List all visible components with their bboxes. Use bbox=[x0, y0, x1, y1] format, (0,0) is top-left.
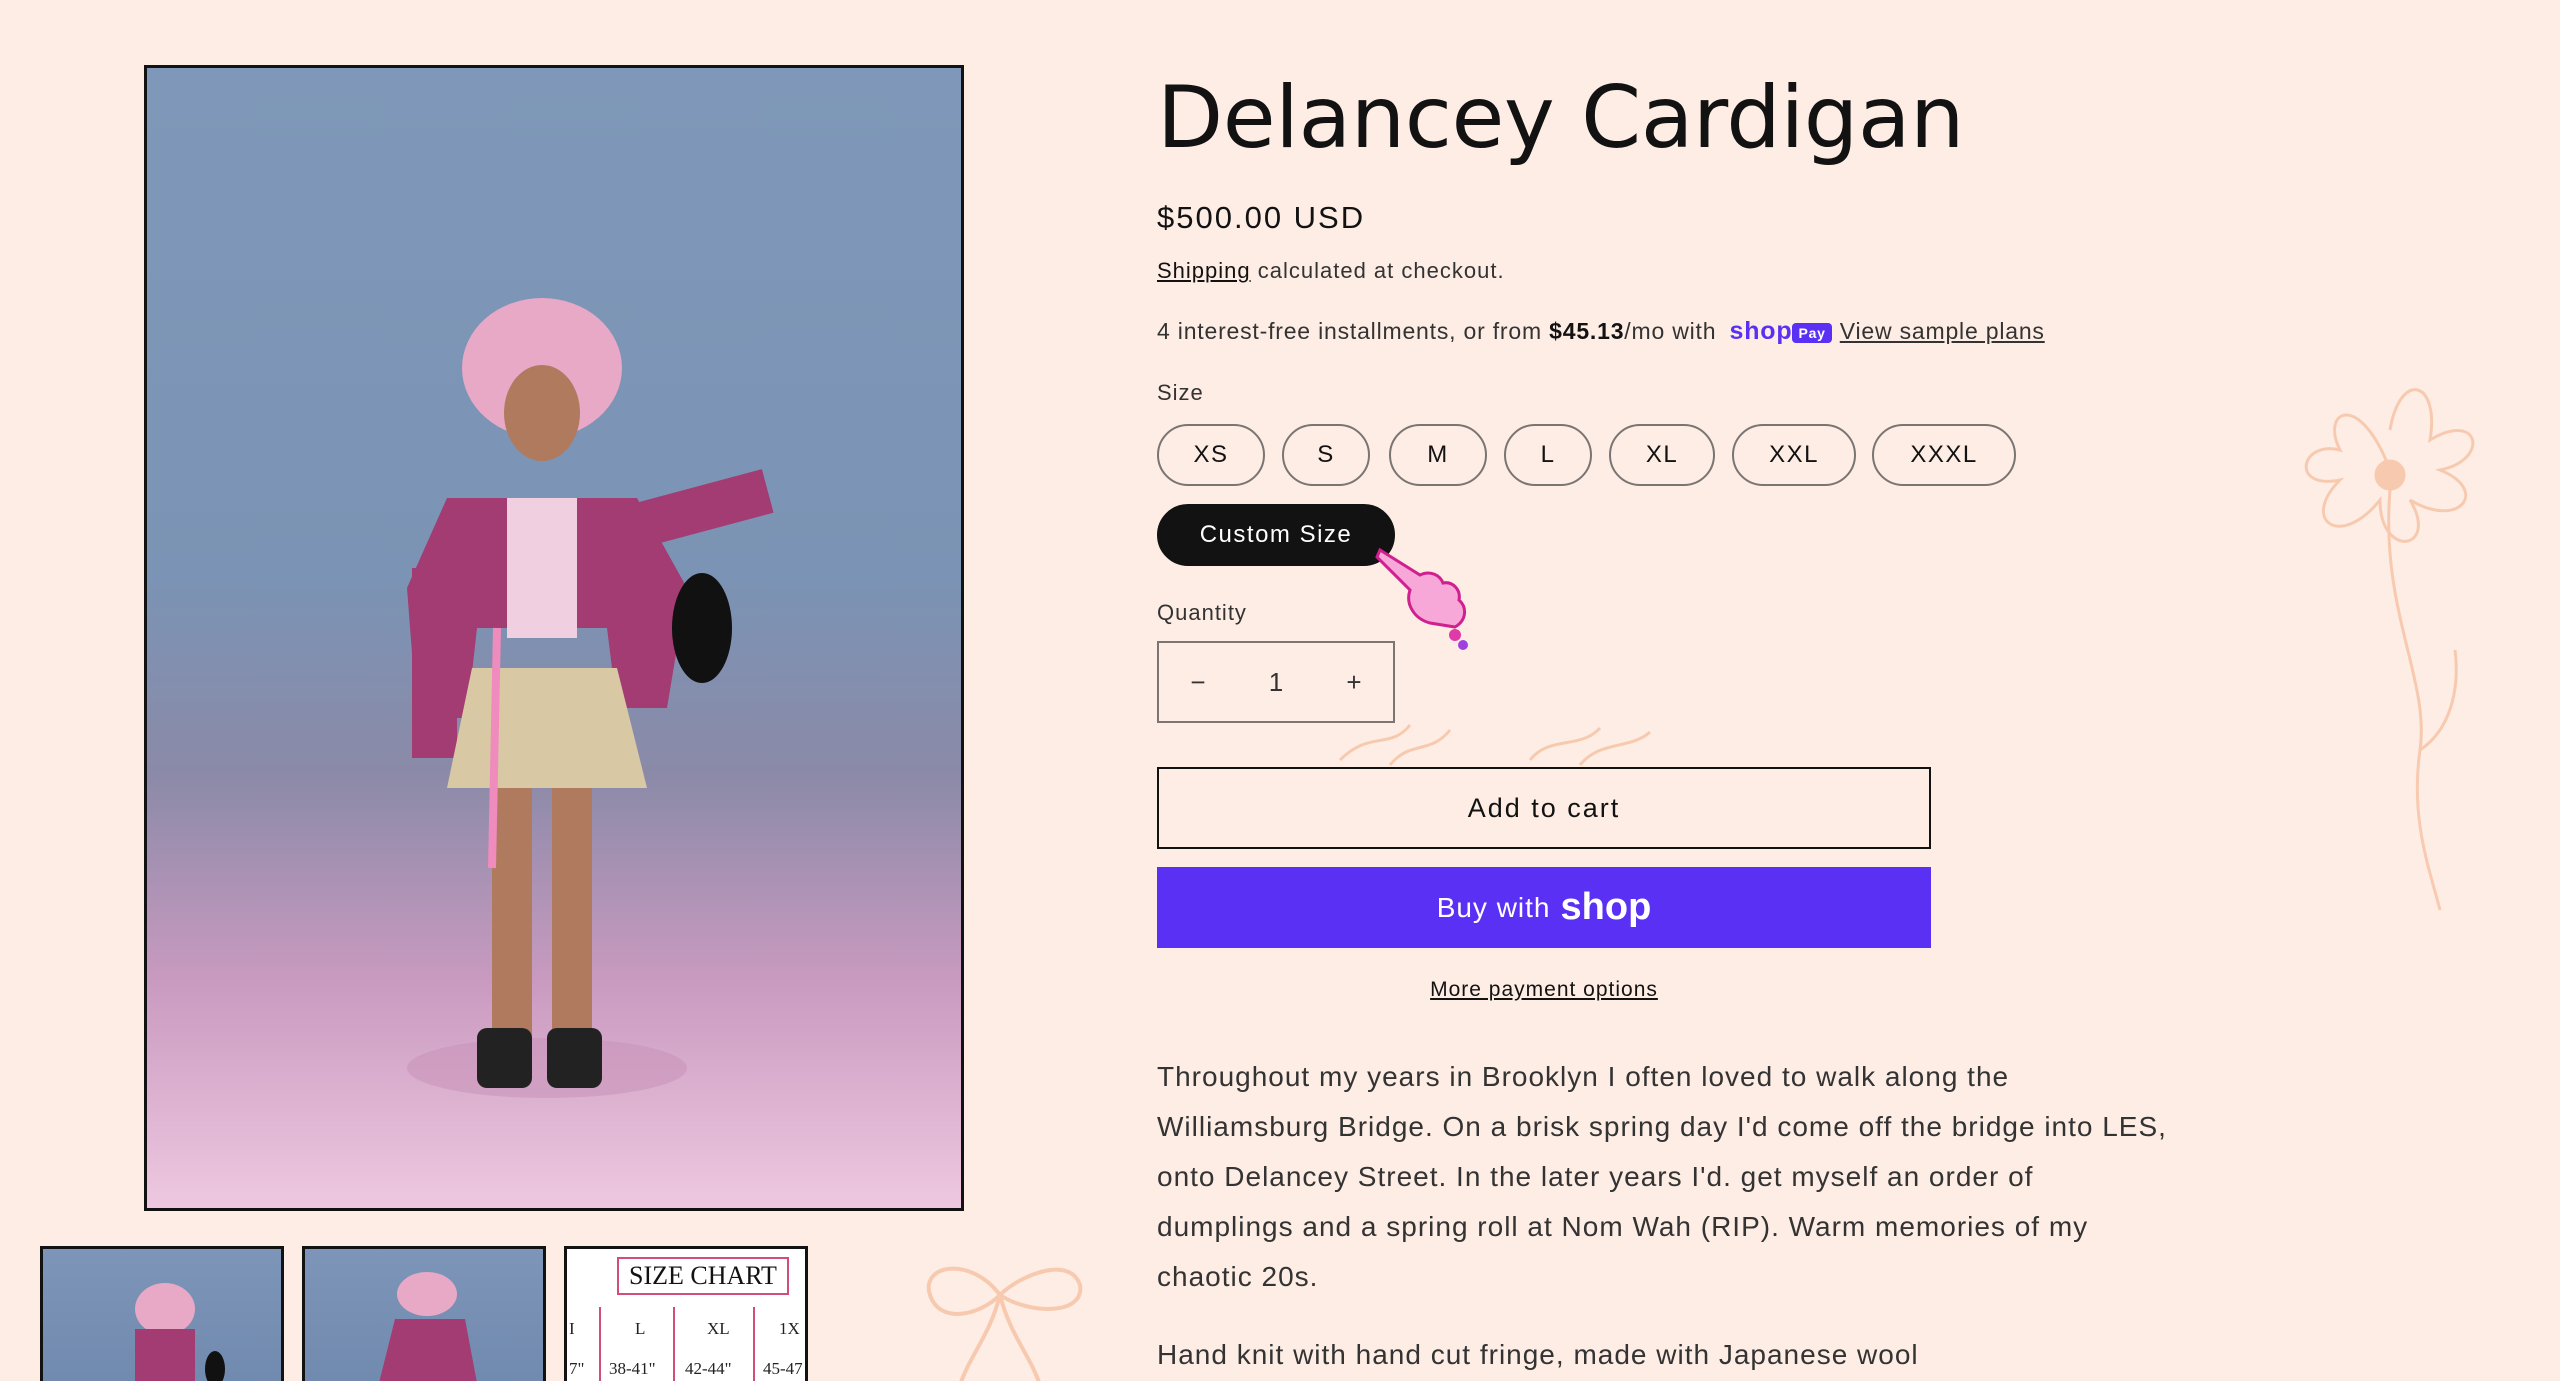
add-to-cart-button[interactable]: Add to cart bbox=[1157, 767, 1931, 849]
size-chart-grid: I L XL 1X 7" 38-41" 42-44" 45-47 bbox=[567, 1307, 805, 1381]
quantity-input[interactable]: 1 bbox=[1237, 667, 1315, 698]
product-price: $500.00 USD bbox=[1157, 200, 1366, 235]
pink-hand-cursor-icon bbox=[1375, 547, 1468, 650]
thumbnail-back[interactable] bbox=[302, 1246, 546, 1381]
buy-with-label: Buy with bbox=[1436, 891, 1551, 923]
description-paragraph: Hand knit with hand cut fringe, made wit… bbox=[1157, 1339, 1919, 1370]
flower-decoration-icon bbox=[2304, 388, 2475, 911]
thumbnail-gallery: SIZE CHART I L XL 1X 7" 38-41" 42-44" 45… bbox=[40, 1246, 808, 1381]
installments-prefix: 4 interest-free installments, or from bbox=[1157, 318, 1550, 344]
size-option-xxxl[interactable]: XXXL bbox=[1872, 424, 2016, 486]
shipping-text: calculated at checkout. bbox=[1250, 258, 1505, 283]
size-option-custom[interactable]: Custom Size bbox=[1157, 504, 1395, 566]
more-payment-options-link[interactable]: More payment options bbox=[1157, 978, 1931, 1002]
size-chart-title: SIZE CHART bbox=[617, 1257, 789, 1295]
installments-suffix: /mo with bbox=[1624, 318, 1724, 344]
buy-with-shop-button[interactable]: Buy with shop bbox=[1157, 867, 1931, 948]
pay-badge-icon: Pay bbox=[1792, 322, 1832, 343]
product-main-image[interactable] bbox=[144, 65, 964, 1211]
shipping-note: Shipping calculated at checkout. bbox=[1157, 258, 1505, 284]
size-chart-header: I bbox=[569, 1319, 575, 1338]
view-sample-plans-link[interactable]: View sample plans bbox=[1840, 318, 2045, 344]
bow-decoration-icon bbox=[926, 1266, 1083, 1381]
size-chart-value: 42-44" bbox=[685, 1359, 732, 1378]
installments-note: 4 interest-free installments, or from $4… bbox=[1157, 317, 2045, 346]
size-chart-header: L bbox=[635, 1319, 646, 1338]
thumbnail-front[interactable] bbox=[40, 1246, 284, 1381]
shop-pay-logo: shop bbox=[1729, 317, 1793, 345]
size-option-m[interactable]: M bbox=[1389, 424, 1487, 486]
size-chart-value: 45-47 bbox=[763, 1359, 803, 1378]
product-title: Delancey Cardigan bbox=[1157, 68, 1965, 168]
quantity-label: Quantity bbox=[1157, 600, 1247, 625]
size-option-xs[interactable]: XS bbox=[1157, 424, 1265, 486]
size-option-l[interactable]: L bbox=[1504, 424, 1592, 486]
size-chart-value: 7" bbox=[569, 1359, 585, 1378]
size-chart-value: 38-41" bbox=[609, 1359, 656, 1378]
quantity-decrease-button[interactable]: − bbox=[1159, 667, 1237, 698]
product-page: SIZE CHART I L XL 1X 7" 38-41" 42-44" 45… bbox=[0, 0, 2560, 1381]
grass-decoration-icon bbox=[1338, 724, 1652, 766]
size-option-s[interactable]: S bbox=[1282, 424, 1370, 486]
shop-logo: shop bbox=[1560, 886, 1652, 928]
size-option-xl[interactable]: XL bbox=[1609, 424, 1715, 486]
size-chart-header: XL bbox=[707, 1319, 730, 1338]
installments-amount: $45.13 bbox=[1549, 318, 1625, 344]
size-option-xxl[interactable]: XXL bbox=[1732, 424, 1856, 486]
description-paragraph: Throughout my years in Brooklyn I often … bbox=[1157, 1061, 2167, 1292]
size-chart-header: 1X bbox=[779, 1319, 800, 1338]
product-description: Throughout my years in Brooklyn I often … bbox=[1157, 1052, 2177, 1381]
quantity-increase-button[interactable]: + bbox=[1315, 667, 1393, 698]
thumbnail-size-chart[interactable]: SIZE CHART I L XL 1X 7" 38-41" 42-44" 45… bbox=[564, 1246, 808, 1381]
quantity-stepper: − 1 + bbox=[1157, 641, 1395, 723]
shipping-link[interactable]: Shipping bbox=[1157, 258, 1251, 283]
model-figure-illustration bbox=[407, 298, 774, 1098]
size-label: Size bbox=[1157, 380, 1204, 405]
